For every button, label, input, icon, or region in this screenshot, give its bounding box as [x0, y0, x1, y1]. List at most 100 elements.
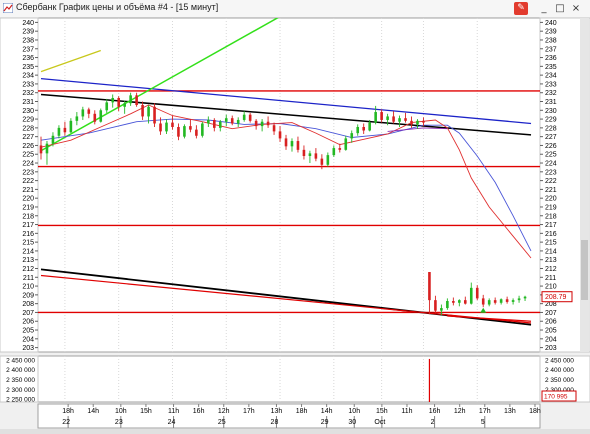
price-tick-label-right: 239 [545, 29, 557, 36]
price-tick-label-right: 229 [545, 117, 557, 124]
volume-tick-label-right: 2 400 000 [545, 367, 574, 374]
date-tick-label: 22 [62, 419, 70, 426]
candle-down [278, 131, 282, 139]
date-tick-label: 24 [168, 419, 176, 426]
chart-window: Сбербанк График цены и объёма #4 - [15 м… [0, 0, 590, 434]
candle-down [338, 148, 342, 150]
price-tick-label-left: 211 [23, 275, 34, 282]
price-tick-label-left: 222 [22, 178, 34, 185]
candle-down [272, 125, 276, 132]
price-chart[interactable]: 240 240239 239238 238237 237236 236235 235234 2… [0, 0, 590, 434]
candle-down [493, 300, 497, 303]
candle-up [446, 301, 449, 309]
price-tick-label-right: 203 [545, 345, 557, 352]
volume-tick-label-right: 2 450 000 [545, 357, 574, 364]
price-tick-label-left: 207 [22, 310, 34, 317]
candle-down [153, 106, 156, 124]
price-tick-label-right: 211 [545, 275, 556, 282]
price-tick-label-left: 206 [22, 319, 34, 326]
price-tick-label-left: 228 [22, 125, 34, 132]
candle-down [195, 129, 198, 136]
date-tick-label: 2 [431, 419, 435, 426]
volume-tick-label-left: 2 300 000 [6, 387, 35, 394]
scrollbar-thumb[interactable] [581, 240, 588, 300]
candle-up [165, 122, 168, 132]
candle-down [177, 126, 180, 137]
price-tick-label-left: 240 [22, 20, 34, 27]
price-tick-label-right: 210 [545, 284, 557, 291]
price-tick-label-right: 225 [545, 152, 557, 159]
price-tick-label-left: 224 [22, 161, 34, 168]
candle-up [350, 133, 354, 139]
price-tick-label-right: 216 [545, 231, 557, 238]
candle-down [254, 120, 258, 127]
volume-tick-label-left: 2 450 000 [6, 357, 35, 364]
candle-up [123, 103, 126, 107]
price-tick-label-left: 213 [22, 257, 34, 264]
price-tick-label-left: 221 [22, 187, 34, 194]
price-tick-label-right: 223 [545, 169, 557, 176]
time-tick-label: 14h [321, 408, 333, 415]
price-tick-label-left: 218 [22, 213, 34, 220]
price-tick-label-right: 233 [545, 81, 557, 88]
price-tick-label-left: 214 [22, 248, 34, 255]
candle-up [207, 119, 210, 124]
candle-down [380, 112, 383, 120]
price-tick-label-right: 235 [545, 64, 557, 71]
candle-up [45, 143, 49, 154]
candle-down [452, 301, 455, 303]
candle-down [314, 153, 318, 159]
volume-tick-label-left: 2 250 000 [6, 397, 35, 404]
time-tick-label: 11h [401, 408, 412, 415]
candle-down [404, 118, 407, 121]
time-tick-label: 13h [504, 408, 516, 415]
candle-down [230, 118, 234, 124]
candle-down [213, 119, 216, 128]
horizontal-scrollbar[interactable] [0, 429, 590, 434]
price-tick-label-right: 222 [545, 178, 557, 185]
price-tick-label-right: 206 [545, 319, 557, 326]
vertical-scrollbar[interactable] [580, 18, 589, 352]
time-tick-label: 18h [529, 408, 541, 415]
price-tick-label-right: 217 [545, 222, 557, 229]
candle-down [475, 287, 479, 299]
candle-up [523, 296, 527, 299]
candle-up [75, 116, 79, 121]
candle-up [111, 97, 115, 103]
candle-down [117, 97, 120, 107]
price-tick-label-right: 224 [545, 161, 557, 168]
price-tick-label-left: 205 [22, 328, 34, 335]
candle-down [248, 114, 252, 121]
price-tick-label-left: 237 [22, 46, 34, 53]
candle-down [481, 298, 485, 305]
candle-up [260, 121, 264, 127]
price-tick-label-left: 212 [22, 266, 34, 273]
last-volume-label: 170 995 [544, 394, 568, 401]
candle-down [87, 109, 91, 114]
candle-up [308, 153, 312, 156]
candle-up [356, 126, 360, 134]
time-tick-label: 17h [243, 408, 255, 415]
price-tick-label-left: 225 [22, 152, 34, 159]
price-tick-label-right: 226 [545, 143, 557, 150]
price-tick-label-right: 219 [545, 204, 557, 211]
price-tick-label-right: 240 [545, 20, 557, 27]
price-tick-label-left: 232 [22, 90, 34, 97]
candle-up [51, 135, 55, 144]
price-tick-label-right: 204 [545, 336, 557, 343]
time-tick-label: 16h [429, 408, 441, 415]
price-tick-label-left: 204 [22, 336, 34, 343]
date-tick-label: 28 [271, 419, 279, 426]
time-tick-label: 13h [271, 408, 283, 415]
candle-up [511, 300, 515, 302]
candle-up [398, 118, 401, 122]
candle-up [499, 299, 503, 303]
candle-up [440, 308, 443, 311]
price-tick-label-left: 223 [22, 169, 34, 176]
candle-up [386, 116, 389, 120]
candle-up [416, 120, 419, 125]
candle-up [183, 126, 186, 137]
candle-up [81, 109, 85, 117]
volume-tick-label-left: 2 350 000 [6, 377, 35, 384]
candle-down [284, 138, 288, 147]
